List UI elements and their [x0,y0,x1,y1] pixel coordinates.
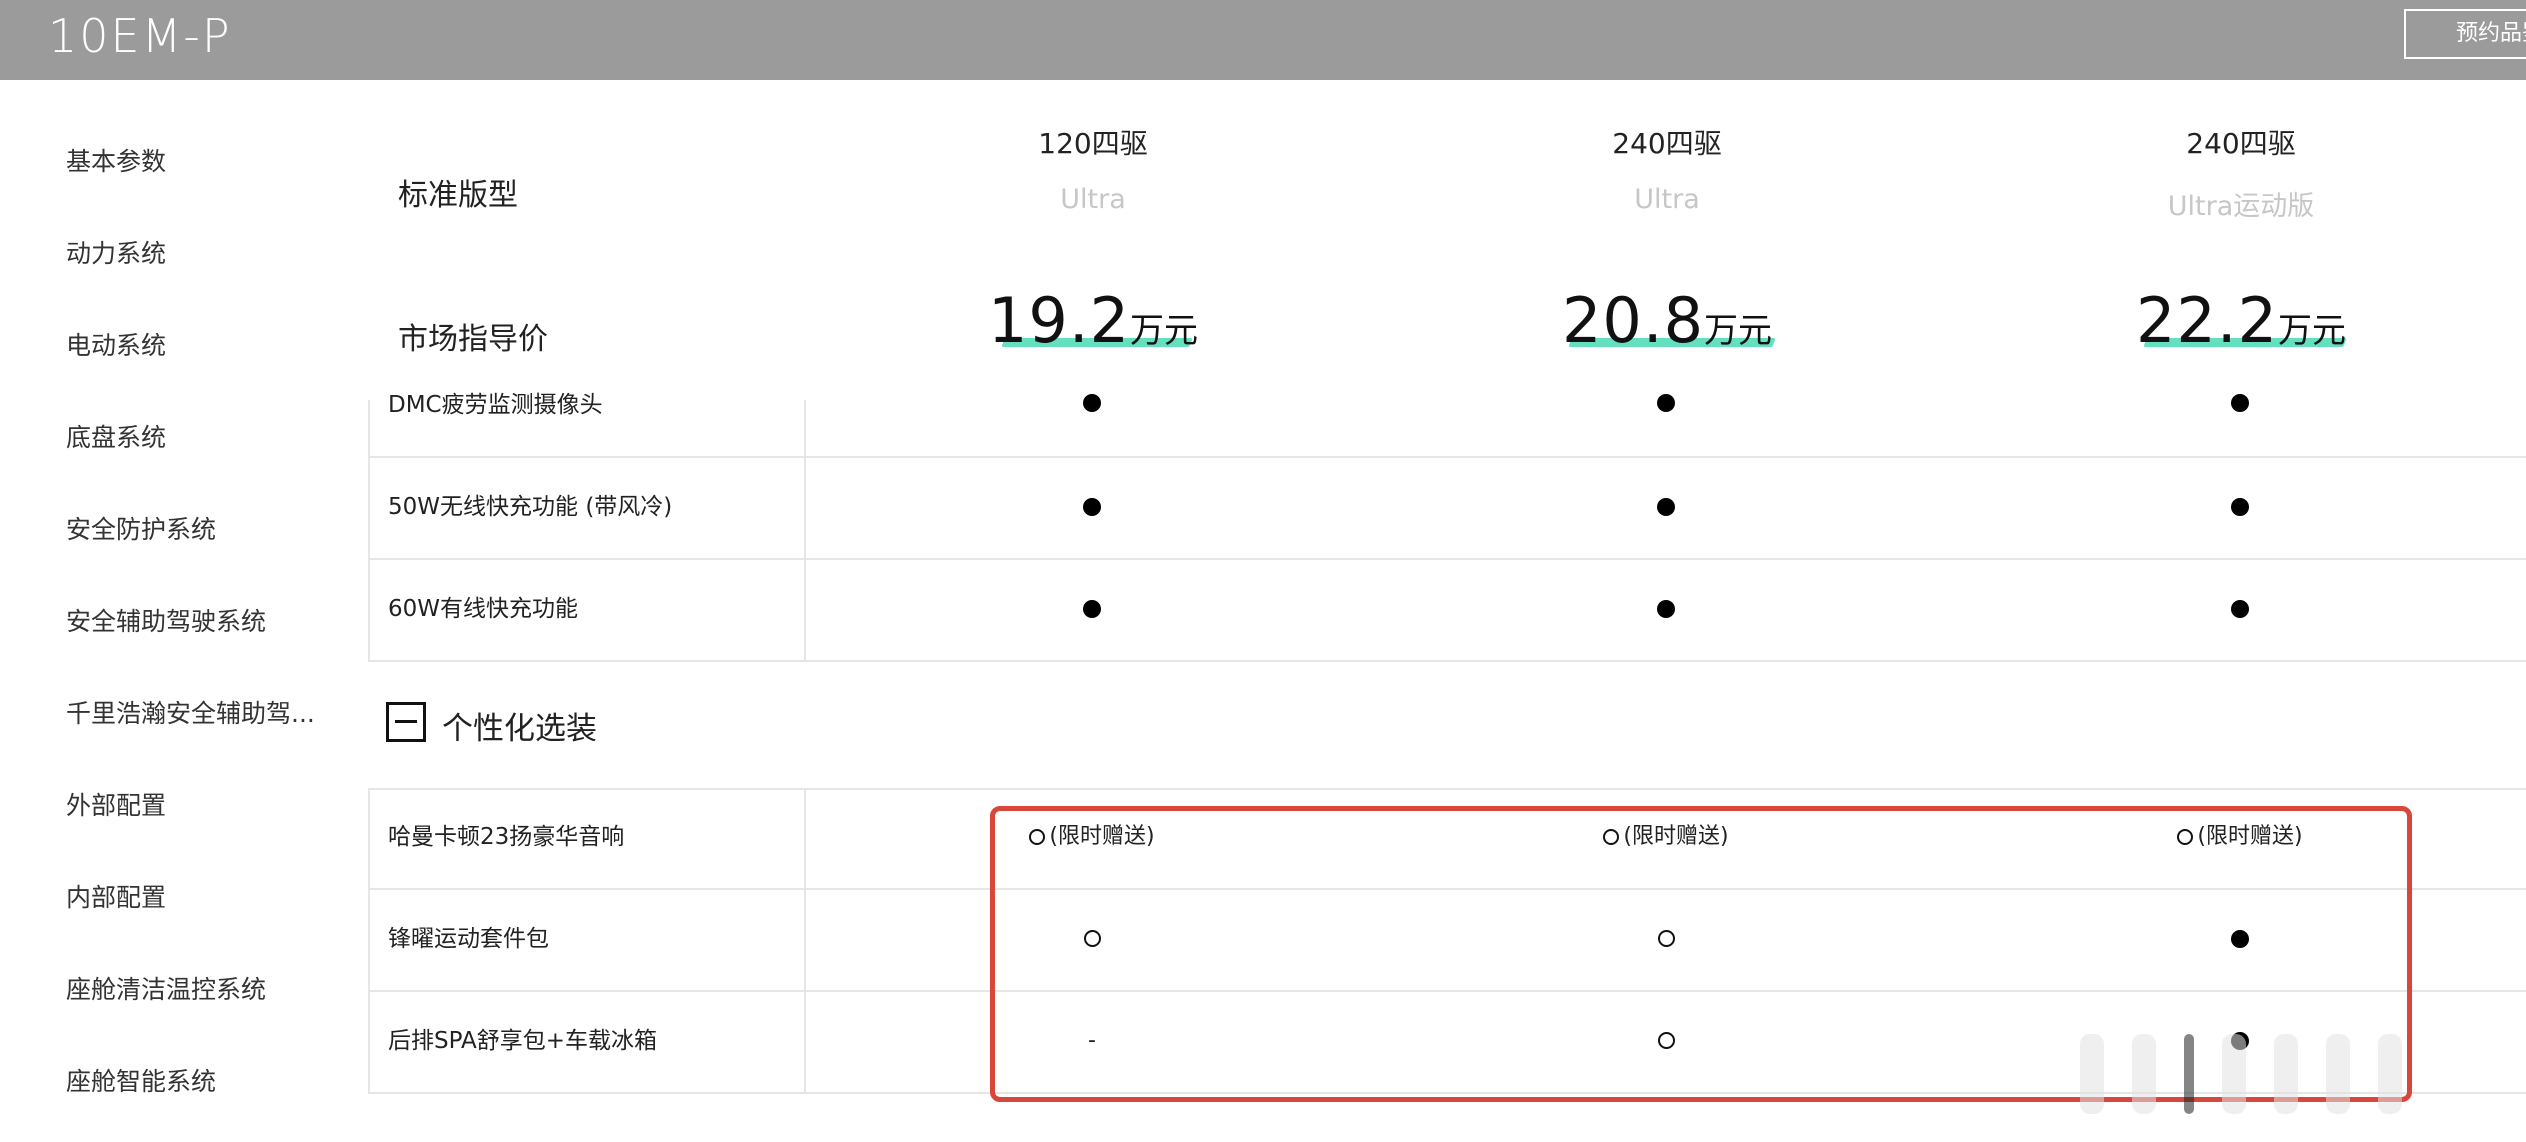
sidebar-item-qianli-assist[interactable]: 千里浩瀚安全辅助驾... [66,697,336,731]
table-row-label: DMC疲劳监测摄像头 [388,392,603,418]
table-border [368,400,370,662]
sidebar-item-chassis-system[interactable]: 底盘系统 [66,421,336,455]
top-bar: 10EM-P 预约品鉴 [0,0,2526,80]
table-divider [804,788,806,1094]
row-divider [368,660,2526,662]
price-unit: 万元 [1130,311,1199,351]
sidebar-item-basic-params[interactable]: 基本参数 [66,145,336,179]
standard-dot-icon [1022,498,1162,520]
sidebar-item-smart-cabin[interactable]: 座舱智能系统 [66,1065,336,1099]
sidebar-item-safety-protection[interactable]: 安全防护系统 [66,513,336,547]
table-row-label: 哈曼卡顿23扬豪华音响 [388,824,625,850]
standard-dot-icon [1596,600,1736,622]
sidebar-item-climate[interactable]: 座舱清洁温控系统 [66,973,336,1007]
section-title: 个性化选装 [442,711,597,747]
table-row-label: 60W有线快充功能 [388,596,579,622]
reserve-button[interactable]: 预约品鉴 [2404,9,2526,59]
column-model-name: 120四驱 [1038,127,1148,160]
page: 10EM-P 预约品鉴 基本参数 动力系统 电动系统 底盘系统 安全防护系统 安… [0,0,2526,1142]
row-divider [368,788,2526,790]
price-unit: 万元 [1704,311,1773,351]
column-header: 120四驱 Ultra [893,122,1293,215]
table-row-label: 后排SPA舒享包+车载冰箱 [388,1028,658,1054]
standard-dot-icon [2170,498,2310,520]
table-row-label: 锋曜运动套件包 [388,926,549,952]
column-trim: Ultra [1634,184,1700,215]
column-model-name: 240四驱 [2186,127,2296,160]
brand-logo[interactable]: 10EM-P [48,8,232,64]
sidebar-item-exterior[interactable]: 外部配置 [66,789,336,823]
price-value: 22.2万元 [2031,284,2451,357]
sidebar-item-electric-system[interactable]: 电动系统 [66,329,336,363]
price-number: 19.2 [987,284,1131,357]
sidebar-item-interior[interactable]: 内部配置 [66,881,336,915]
price-label: 市场指导价 [398,322,548,357]
model-type-label: 标准版型 [398,178,518,213]
table-row-label: 50W无线快充功能 (带风冷) [388,494,673,520]
watermark [2080,1028,2402,1120]
standard-dot-icon [1596,498,1736,520]
collapse-section-button[interactable] [386,702,426,742]
price-value: 19.2万元 [883,284,1303,357]
table-divider [804,400,806,662]
standard-dot-icon [1596,394,1736,416]
column-model-name: 240四驱 [1612,127,1722,160]
column-header: 240四驱 Ultra运动版 [2041,122,2441,223]
standard-dot-icon [2170,394,2310,416]
table-border [368,788,370,1094]
price-number: 22.2 [2135,284,2279,357]
row-divider [370,558,2526,560]
column-trim: Ultra [1060,184,1126,215]
sidebar-item-driver-assist[interactable]: 安全辅助驾驶系统 [66,605,336,639]
standard-dot-icon [2170,600,2310,622]
price-unit: 万元 [2278,311,2347,351]
column-header: 240四驱 Ultra [1467,122,1867,215]
row-divider [370,456,2526,458]
price-value: 20.8万元 [1457,284,1877,357]
sidebar-item-power-system[interactable]: 动力系统 [66,237,336,271]
standard-dot-icon [1022,394,1162,416]
standard-dot-icon [1022,600,1162,622]
column-trim: Ultra运动版 [2167,191,2315,222]
sidebar-nav: 基本参数 动力系统 电动系统 底盘系统 安全防护系统 安全辅助驾驶系统 千里浩瀚… [0,80,360,1142]
price-number: 20.8 [1561,284,1705,357]
